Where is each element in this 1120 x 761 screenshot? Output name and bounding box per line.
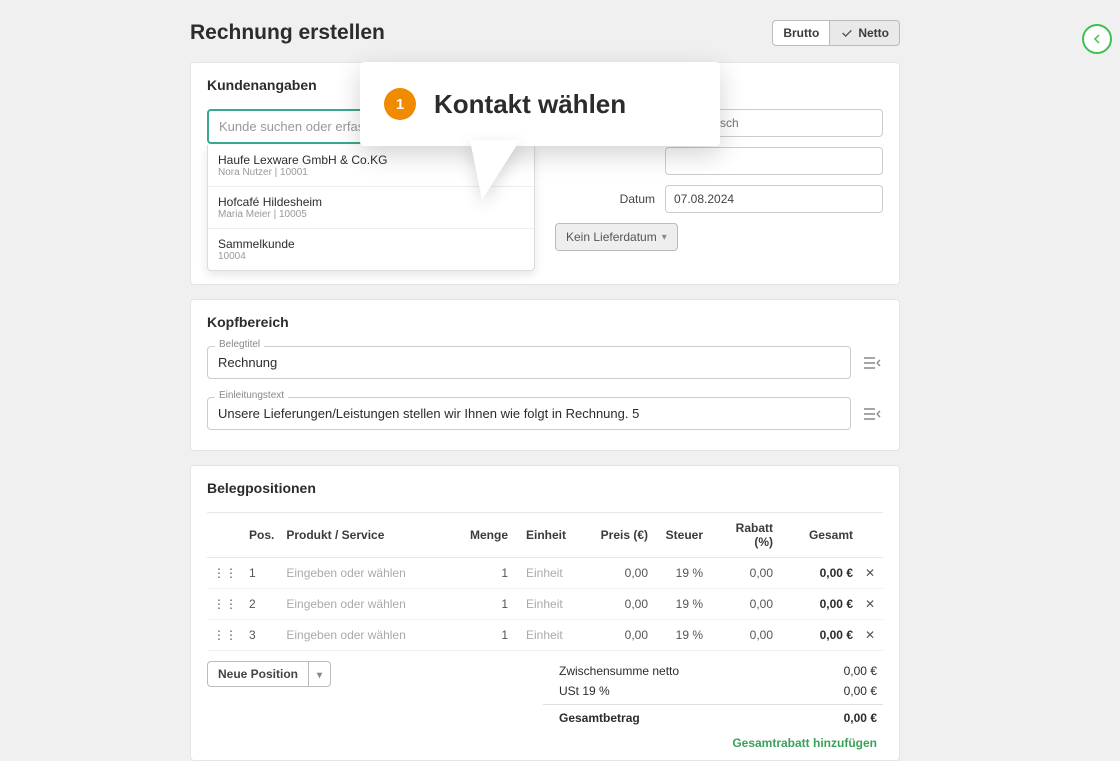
customer-option[interactable]: Sammelkunde 10004 <box>208 229 534 270</box>
intro-label: Einleitungstext <box>215 390 288 401</box>
drag-handle-icon[interactable]: ⋮⋮ <box>207 558 243 589</box>
help-collapse-badge[interactable] <box>1082 24 1112 54</box>
remove-row-icon[interactable]: ✕ <box>859 589 883 620</box>
vat-label: USt 19 % <box>559 684 610 698</box>
check-icon <box>840 26 854 40</box>
subtotal-label: Zwischensumme netto <box>559 664 679 678</box>
new-position-button[interactable]: Neue Position <box>207 661 309 687</box>
brutto-button[interactable]: Brutto <box>772 20 830 46</box>
tour-step-text: Kontakt wählen <box>434 89 626 120</box>
date-input[interactable] <box>665 185 883 213</box>
doc-extra-input[interactable] <box>665 147 883 175</box>
new-position-dropdown[interactable]: ▾ <box>309 661 331 687</box>
add-total-discount-link[interactable]: Gesamtrabatt hinzufügen <box>207 728 883 750</box>
tour-step-number: 1 <box>384 88 416 120</box>
chevron-left-icon <box>1092 34 1102 44</box>
no-delivery-date-button[interactable]: Kein Lieferdatum ▾ <box>555 223 678 251</box>
table-row[interactable]: ⋮⋮2Eingeben oder wählen1Einheit0,0019 %0… <box>207 589 883 620</box>
date-label: Datum <box>555 192 665 206</box>
page-title: Rechnung erstellen <box>190 21 385 45</box>
total-value: 0,00 € <box>844 711 877 725</box>
chevron-down-icon: ▾ <box>662 232 667 243</box>
netto-button[interactable]: Netto <box>830 20 900 46</box>
head-panel: Kopfbereich Belegtitel Einleitungstext <box>190 299 900 451</box>
text-template-icon[interactable] <box>861 352 883 374</box>
tour-callout: 1 Kontakt wählen <box>360 62 720 146</box>
positions-table: Pos. Produkt / Service Menge Einheit Pre… <box>207 512 883 651</box>
vat-value: 0,00 € <box>844 684 877 698</box>
product-cell[interactable]: Eingeben oder wählen <box>280 558 464 589</box>
total-label: Gesamtbetrag <box>559 711 640 725</box>
chevron-down-icon: ▾ <box>317 670 322 681</box>
product-cell[interactable]: Eingeben oder wählen <box>280 589 464 620</box>
remove-row-icon[interactable]: ✕ <box>859 558 883 589</box>
doc-title-input[interactable] <box>207 346 851 379</box>
head-section-title: Kopfbereich <box>207 314 883 330</box>
intro-input[interactable] <box>207 397 851 430</box>
table-row[interactable]: ⋮⋮1Eingeben oder wählen1Einheit0,0019 %0… <box>207 558 883 589</box>
text-template-icon[interactable] <box>861 403 883 425</box>
totals-box: Zwischensumme netto 0,00 € USt 19 % 0,00… <box>543 661 883 728</box>
brutto-netto-toggle[interactable]: Brutto Netto <box>772 20 900 46</box>
positions-panel: Belegpositionen Pos. Produkt / Service M… <box>190 465 900 761</box>
subtotal-value: 0,00 € <box>844 664 877 678</box>
doc-title-label: Belegtitel <box>215 339 264 350</box>
positions-section-title: Belegpositionen <box>207 480 883 496</box>
drag-handle-icon[interactable]: ⋮⋮ <box>207 589 243 620</box>
